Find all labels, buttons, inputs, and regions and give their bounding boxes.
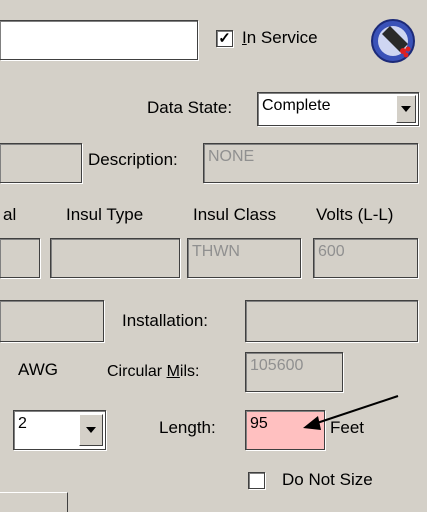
do-not-size-label: Do Not Size — [282, 470, 373, 489]
annotation-arrow — [303, 395, 399, 430]
do-not-size-checkbox[interactable] — [248, 472, 265, 489]
partial-button[interactable] — [0, 492, 68, 512]
